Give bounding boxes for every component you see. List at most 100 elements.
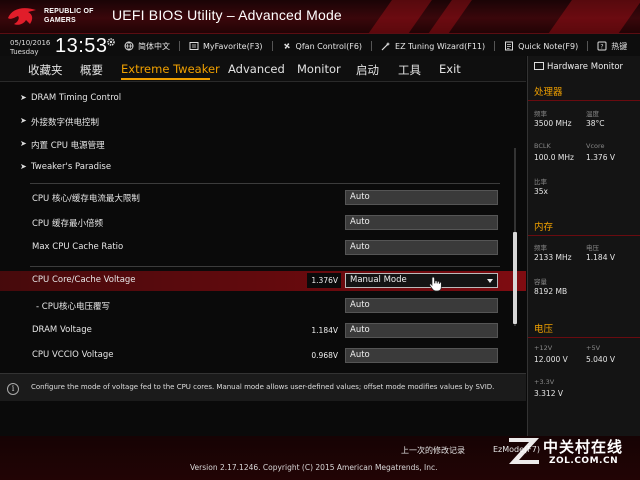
chevron-right-icon: ➤ [20,139,27,148]
gear-icon[interactable] [106,37,116,47]
v12-label: +12V [534,344,553,352]
help-text: Configure the mode of voltage fed to the… [31,383,495,391]
settings-panel: ➤ DRAM Timing Control ➤ 外接数字供电控制 ➤ 内置 CP… [0,83,526,373]
setting-cpu-voltage-override: - CPU核心电压覆写 Auto [0,296,526,316]
cpu-section-title: 处理器 [534,87,563,98]
tab-main[interactable]: 概要 [80,62,103,78]
setting-cpu-current-limit: CPU 核心/缓存电流最大限制 Auto [0,188,526,208]
voltage-reading: 0.968V [307,348,341,363]
cpu-core-voltage-select[interactable]: Manual Mode [345,273,498,288]
info-icon: i [7,383,19,395]
chevron-right-icon: ➤ [20,162,27,171]
main-menu: 收藏夹 概要 Extreme Tweaker Advanced Monitor … [0,56,526,82]
v12-value: 12.000 V [534,355,568,364]
submenu-label: 内置 CPU 电源管理 [31,141,105,151]
ratio-value: 35x [534,187,548,196]
monitor-icon [534,62,544,70]
cpu-temp-label: 温度 [586,110,599,118]
hw-title-text: Hardware Monitor [547,62,624,72]
chevron-right-icon: ➤ [20,93,27,102]
mem-freq-label: 频率 [534,244,547,252]
setting-min-cache-ratio: CPU 缓存最小倍频 Auto [0,213,526,233]
tab-favorites[interactable]: 收藏夹 [28,62,63,78]
mem-cap-value: 8192 MB [534,287,568,296]
hotkey-label: 热键 [611,41,628,51]
memory-section-title: 内存 [534,222,554,233]
clock: 13:53 [55,35,108,57]
qfan-button[interactable]: Qfan Control(F6) [282,41,373,51]
hardware-monitor-title: Hardware Monitor [534,62,623,72]
submenu-cpu-power[interactable]: ➤ 内置 CPU 电源管理 [0,135,526,155]
fan-icon [283,43,290,49]
submenu-dram-timing[interactable]: ➤ DRAM Timing Control [0,89,526,109]
cpu-freq-value: 3500 MHz [534,119,572,128]
tab-advanced[interactable]: Advanced [228,62,285,76]
info-bar: 05/10/2016 Tuesday 13:53 简体中文 MyFavorite… [0,34,640,57]
submenu-digi-power[interactable]: ➤ 外接数字供电控制 [0,112,526,132]
mem-volt-label: 电压 [586,244,599,252]
zol-logo-icon [509,438,539,464]
cpu-voltage-override-field[interactable]: Auto [345,298,498,313]
section-divider [528,100,640,101]
cpu-current-limit-field[interactable]: Auto [345,190,498,205]
mem-freq-value: 2133 MHz [534,253,572,262]
rog-logo-icon [8,8,36,25]
setting-label: CPU Core/Cache Voltage [32,275,136,285]
section-divider [528,337,640,338]
chevron-down-icon [487,279,493,283]
setting-max-cache-ratio: Max CPU Cache Ratio Auto [0,238,526,258]
watermark-cn: 中关村在线 [543,438,624,456]
v5-value: 5.040 V [586,355,615,364]
cpu-temp-value: 38°C [586,119,605,128]
brand-line-1: REPUBLIC OF [44,8,94,15]
date-text: 05/10/2016 [10,39,51,47]
quick-note-label: Quick Note(F9) [518,41,579,51]
tab-tool[interactable]: 工具 [398,62,421,78]
tab-monitor[interactable]: Monitor [297,62,341,76]
ez-tuning-label: EZ Tuning Wizard(F11) [395,41,486,51]
mem-cap-label: 容量 [534,278,547,286]
setting-vccio-voltage: CPU VCCIO Voltage 0.968V Auto [0,346,526,366]
setting-label: - CPU核心电压覆写 [36,302,111,312]
dram-voltage-field[interactable]: Auto [345,323,498,338]
copyright-text: Version 2.17.1246. Copyright (C) 2015 Am… [190,463,438,472]
v33-value: 3.312 V [534,389,563,398]
hand-cursor-icon [429,276,442,292]
min-cache-ratio-field[interactable]: Auto [345,215,498,230]
date-display: 05/10/2016 Tuesday [10,39,50,57]
hotkey-icon: ? [597,41,607,51]
language-label: 简体中文 [138,41,170,51]
max-cache-ratio-field[interactable]: Auto [345,240,498,255]
favorite-icon [189,42,199,50]
hotkey-button[interactable]: ? 热键 [597,41,627,52]
qfan-label: Qfan Control(F6) [295,41,363,51]
submenu-tweakers-paradise[interactable]: ➤ Tweaker's Paradise [0,158,526,178]
tab-boot[interactable]: 启动 [356,62,379,78]
setting-cpu-core-voltage[interactable]: CPU Core/Cache Voltage 1.376V Manual Mod… [0,271,526,291]
setting-dram-voltage: DRAM Voltage 1.184V Auto [0,321,526,341]
brand-text: REPUBLIC OF GAMERS [44,7,94,25]
section-divider [528,235,640,236]
myfavorite-label: MyFavorite(F3) [203,41,263,51]
tab-exit[interactable]: Exit [439,62,461,76]
note-icon [505,41,514,51]
voltage-reading: 1.184V [307,323,341,338]
bclk-label: BCLK [534,142,551,150]
tab-extreme-tweaker[interactable]: Extreme Tweaker [121,62,220,76]
scrollbar-thumb[interactable] [513,232,517,324]
setting-label: DRAM Voltage [32,325,92,335]
vcore-label: Vcore [586,142,605,150]
vccio-voltage-field[interactable]: Auto [345,348,498,363]
ez-tuning-button[interactable]: EZ Tuning Wizard(F11) [381,41,496,51]
help-bar: i Configure the mode of voltage fed to t… [0,373,526,401]
toolbar: 简体中文 MyFavorite(F3) Qfan Control(F6) EZ … [124,40,636,52]
myfavorite-button[interactable]: MyFavorite(F3) [189,41,273,51]
voltage-section-title: 电压 [534,324,554,335]
last-modified-button[interactable]: 上一次的修改记录 [401,445,465,456]
setting-label: CPU 核心/缓存电流最大限制 [32,194,140,204]
setting-label: Max CPU Cache Ratio [32,242,124,252]
language-button[interactable]: 简体中文 [124,41,180,52]
title-bar: REPUBLIC OF GAMERS UEFI BIOS Utility – A… [0,0,640,34]
watermark-en: ZOL.COM.CN [549,456,619,466]
quick-note-button[interactable]: Quick Note(F9) [504,41,589,51]
